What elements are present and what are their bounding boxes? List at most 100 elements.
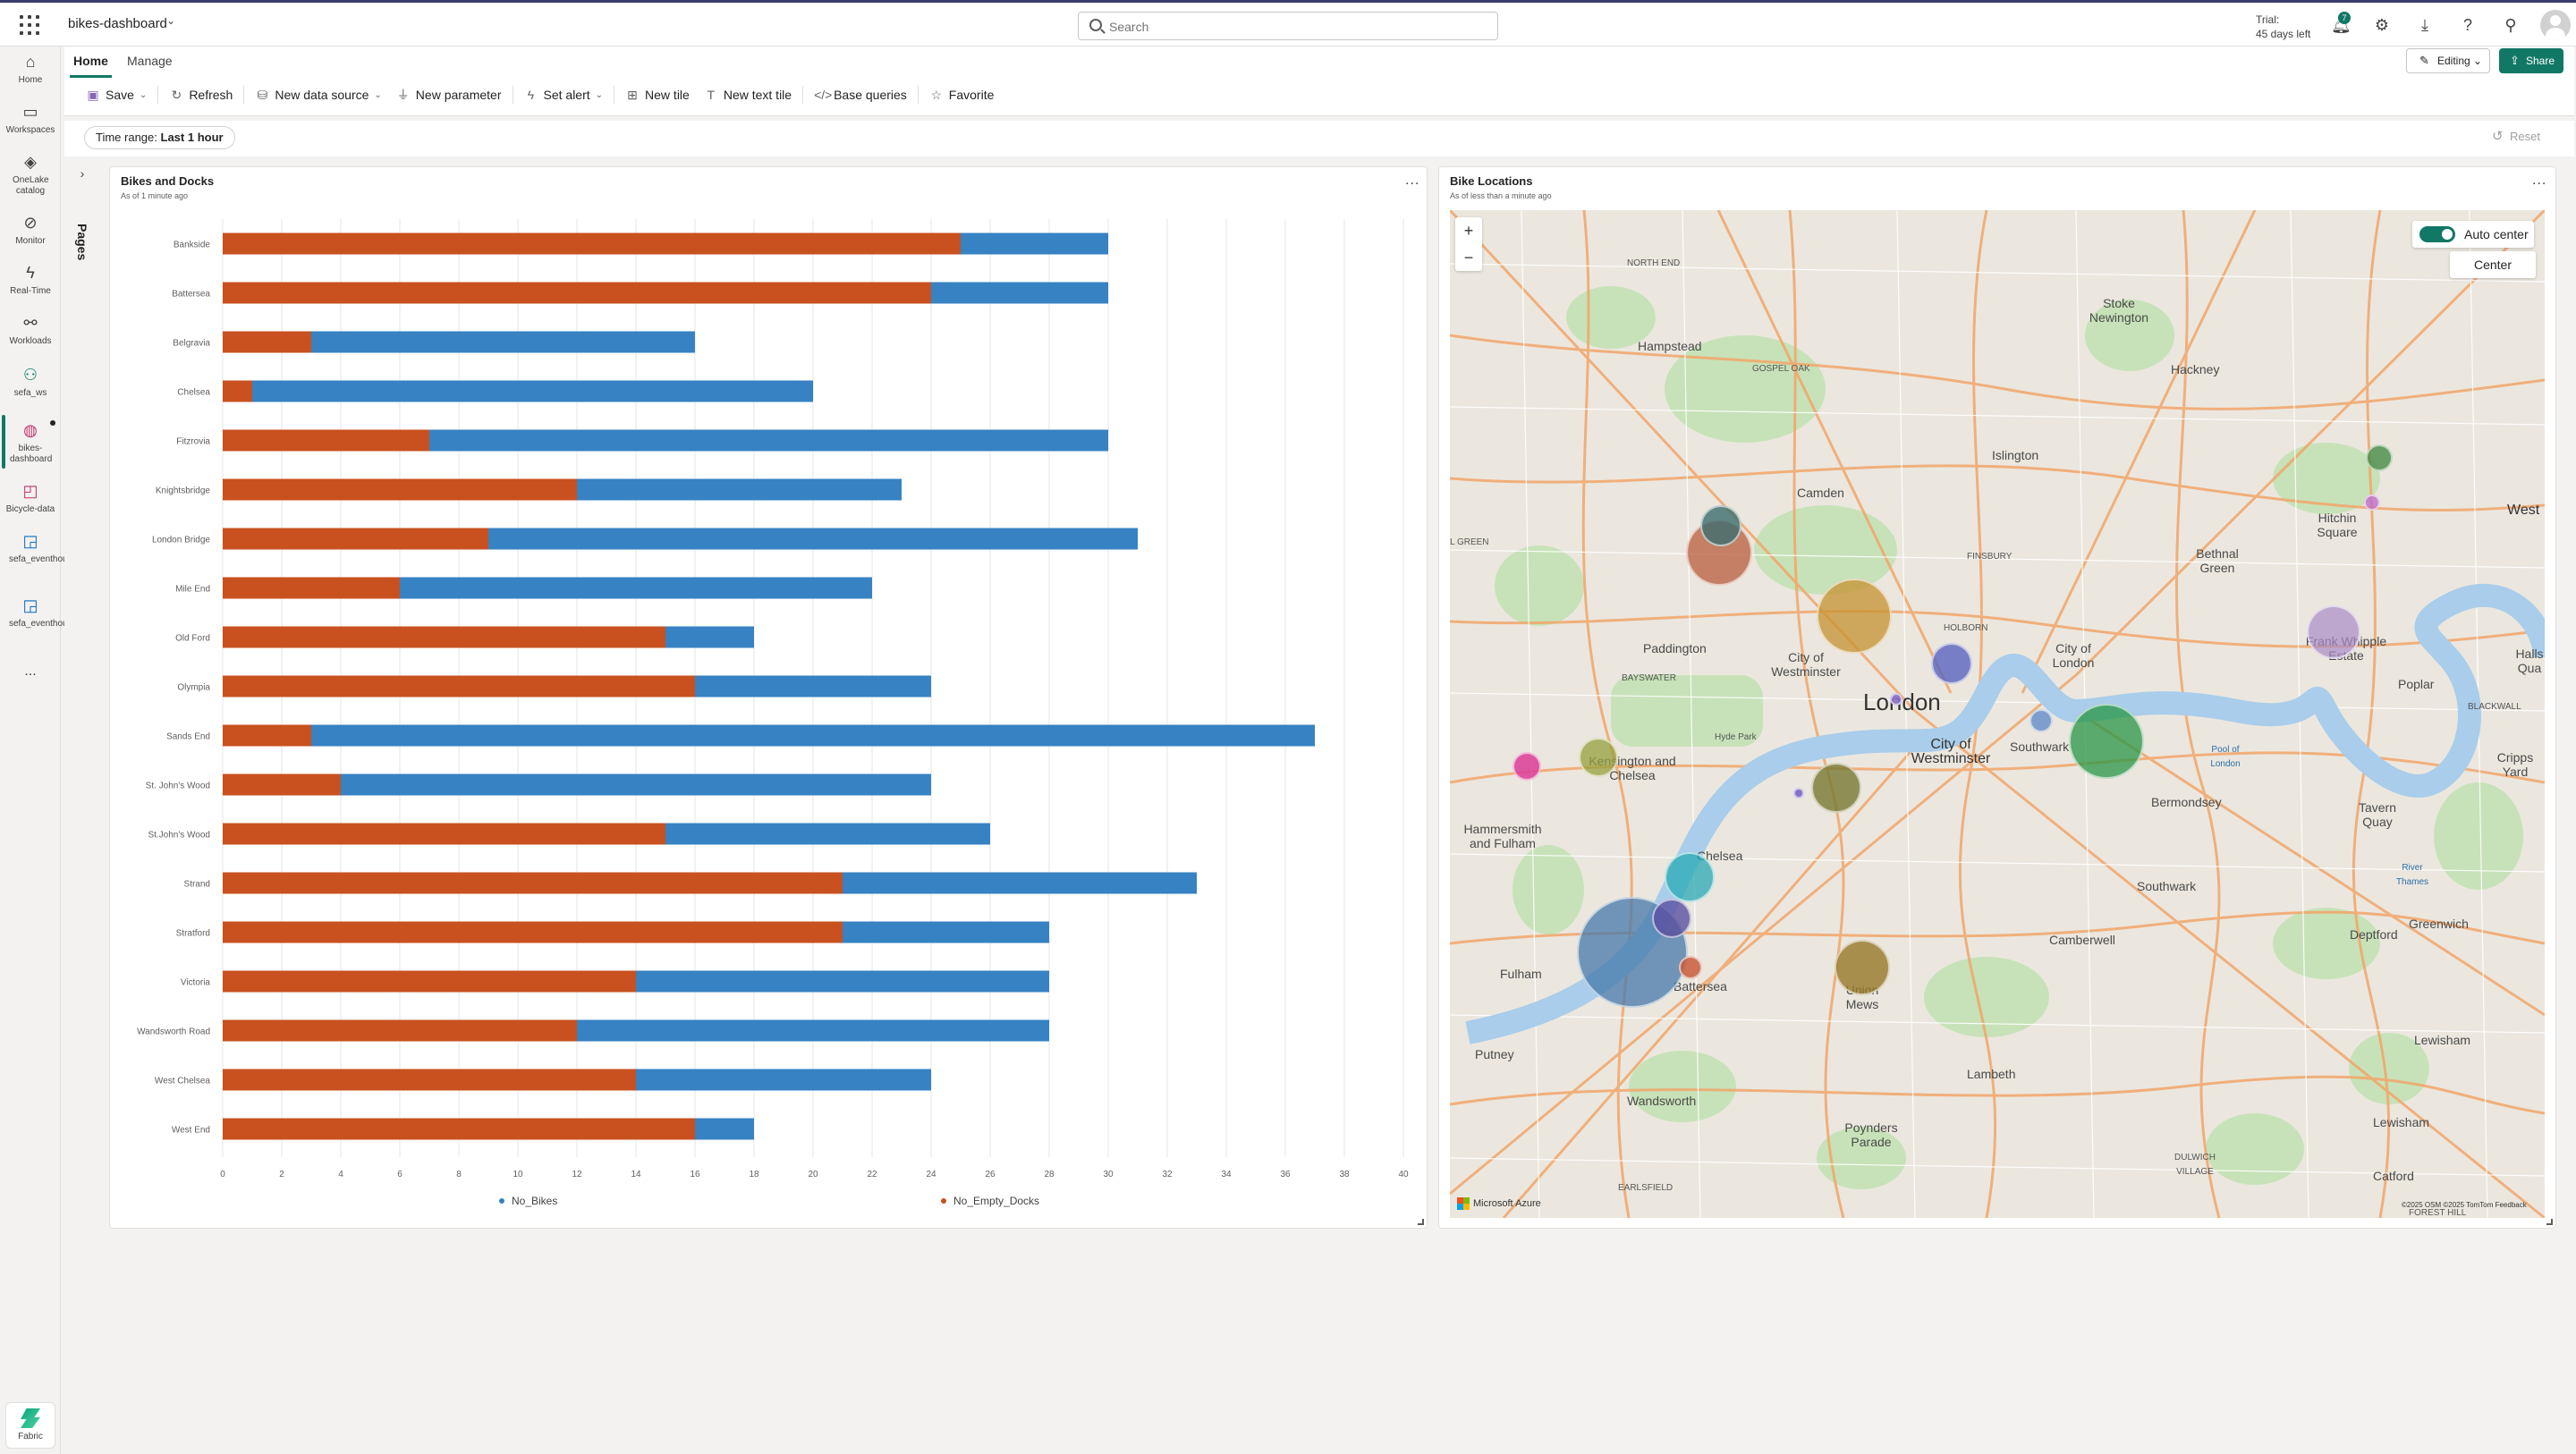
bar-segment-no-bikes[interactable]	[429, 429, 1108, 452]
bar-segment-no-bikes[interactable]	[931, 282, 1108, 304]
app-launcher-icon[interactable]	[20, 15, 39, 35]
bar-segment-no-bikes[interactable]	[488, 528, 1138, 550]
dashboard-title[interactable]: bikes-dashboard	[68, 16, 167, 31]
bar-segment-no-empty-docks[interactable]	[223, 282, 931, 304]
station-bubble[interactable]	[1579, 738, 1618, 777]
share-link-icon[interactable]: ⚲	[2501, 15, 2521, 35]
bar-segment-no-empty-docks[interactable]	[223, 1069, 636, 1091]
legend-item-no-empty-docks[interactable]: No_Empty_Docks	[941, 1195, 1039, 1207]
bar-segment-no-bikes[interactable]	[665, 823, 990, 845]
bike-locations-map[interactable]: Hampstead Camden Islington Hackney Stoke…	[1450, 210, 2545, 1218]
bar-segment-no-bikes[interactable]	[252, 380, 813, 402]
station-bubble[interactable]	[1931, 643, 1972, 684]
zoom-out-icon[interactable]: −	[1455, 244, 1482, 271]
base-queries-button[interactable]: </> Base queries	[807, 82, 914, 107]
gear-icon[interactable]: ⚙	[2372, 15, 2392, 35]
bar-segment-no-empty-docks[interactable]	[223, 970, 636, 993]
resize-handle[interactable]	[1418, 1219, 1424, 1225]
station-bubble[interactable]	[1811, 763, 1861, 813]
rail-item-sefa-eventhouse-2[interactable]: ◲ sefa_eventhouse	[0, 596, 77, 630]
chevron-down-icon[interactable]: ⌄	[140, 90, 147, 100]
bar-segment-no-bikes[interactable]	[843, 872, 1197, 894]
bar-segment-no-empty-docks[interactable]	[223, 921, 843, 943]
avatar[interactable]	[2540, 10, 2571, 40]
new-data-source-button[interactable]: ⛁ New data source ⌄	[248, 82, 388, 107]
refresh-button[interactable]: ↻ Refresh	[162, 82, 240, 107]
bar-segment-no-bikes[interactable]	[636, 1069, 931, 1091]
resize-handle[interactable]	[2546, 1219, 2553, 1225]
bar-segment-no-empty-docks[interactable]	[223, 577, 400, 599]
rail-item-bikes-dashboard[interactable]: ◍ bikes-dashboard	[0, 420, 61, 465]
bar-segment-no-bikes[interactable]	[577, 478, 902, 501]
chevron-down-icon[interactable]: ⌄	[374, 90, 381, 100]
bar-segment-no-bikes[interactable]	[577, 1019, 1049, 1042]
tab-home[interactable]: Home	[70, 52, 112, 78]
bar-segment-no-empty-docks[interactable]	[223, 626, 665, 648]
more-options-icon[interactable]: ...	[1405, 173, 1419, 189]
set-alert-button[interactable]: ϟ Set alert ⌄	[517, 82, 611, 107]
new-tile-button[interactable]: ⊞ New tile	[618, 82, 697, 107]
bar-segment-no-empty-docks[interactable]	[223, 478, 577, 501]
bar-segment-no-empty-docks[interactable]	[223, 331, 311, 353]
center-button[interactable]: Center	[2450, 251, 2536, 278]
station-bubble[interactable]	[1817, 579, 1892, 654]
bar-segment-no-empty-docks[interactable]	[223, 1019, 577, 1042]
bar-segment-no-empty-docks[interactable]	[223, 1118, 695, 1140]
rail-item-onelake[interactable]: ◈ OneLake catalog	[0, 152, 61, 197]
rail-item-sefa-ws[interactable]: ⚇ sefa_ws	[0, 365, 61, 399]
toggle-switch-icon[interactable]	[2419, 226, 2455, 242]
reset-button[interactable]: Reset	[2492, 128, 2540, 144]
more-options-icon[interactable]: ...	[2532, 173, 2546, 189]
time-range-filter[interactable]: Time range: Last 1 hour	[84, 126, 235, 149]
bar-segment-no-empty-docks[interactable]	[223, 380, 252, 402]
search-box[interactable]	[1078, 12, 1498, 40]
rail-item-workloads[interactable]: ⚯ Workloads	[0, 313, 61, 347]
pages-pane-label[interactable]: Pages	[75, 224, 89, 260]
station-bubble[interactable]	[1835, 940, 1890, 995]
station-bubble[interactable]	[1679, 956, 1702, 979]
bar-segment-no-empty-docks[interactable]	[223, 823, 665, 845]
bar-segment-no-empty-docks[interactable]	[223, 675, 695, 697]
rail-item-workspaces[interactable]: ▭ Workspaces	[0, 102, 61, 136]
save-button[interactable]: ▣ Save ⌄	[79, 82, 154, 107]
map-copyright[interactable]: ©2025 OSM ©2025 TomTom Feedback	[2402, 1201, 2527, 1209]
auto-center-toggle[interactable]: Auto center	[2412, 221, 2534, 248]
station-bubble[interactable]	[2364, 495, 2380, 511]
bar-segment-no-empty-docks[interactable]	[223, 232, 961, 255]
bar-segment-no-bikes[interactable]	[695, 675, 931, 697]
chevron-down-icon[interactable]: ⌄	[596, 90, 603, 100]
share-button[interactable]: Share	[2499, 48, 2563, 73]
search-input[interactable]	[1109, 18, 1485, 36]
station-bubble[interactable]	[1793, 788, 1804, 799]
station-bubble[interactable]	[1700, 505, 1741, 546]
bikes-and-docks-tile[interactable]: Bikes and Docks As of 1 minute ago ... B…	[109, 166, 1428, 1229]
new-text-tile-button[interactable]: T New text tile	[697, 82, 799, 107]
bar-segment-no-empty-docks[interactable]	[223, 872, 843, 894]
bar-segment-no-empty-docks[interactable]	[223, 429, 429, 452]
bar-segment-no-bikes[interactable]	[636, 970, 1049, 993]
chevron-right-icon[interactable]: ›	[72, 166, 93, 188]
bar-segment-no-bikes[interactable]	[695, 1118, 754, 1140]
station-bubble[interactable]	[1513, 752, 1541, 781]
station-bubble[interactable]	[2366, 444, 2393, 471]
station-bubble[interactable]	[2307, 605, 2360, 659]
rail-item-sefa-eventhouse-1[interactable]: ◲ sefa_eventhouse	[0, 531, 77, 565]
fabric-switcher[interactable]: Fabric	[5, 1402, 55, 1449]
station-bubble[interactable]	[1665, 852, 1715, 902]
chevron-down-icon[interactable]: ⌄	[166, 14, 175, 27]
rail-item-home[interactable]: ⌂ Home	[0, 52, 61, 86]
bar-segment-no-empty-docks[interactable]	[223, 528, 488, 550]
zoom-in-icon[interactable]: +	[1455, 217, 1482, 244]
rail-item-monitor[interactable]: ⊘ Monitor	[0, 213, 61, 247]
favorite-button[interactable]: ☆ Favorite	[922, 82, 1002, 107]
bar-segment-no-bikes[interactable]	[961, 232, 1108, 255]
bar-segment-no-empty-docks[interactable]	[223, 724, 311, 747]
bar-segment-no-bikes[interactable]	[311, 724, 1315, 747]
bar-segment-no-bikes[interactable]	[665, 626, 754, 648]
legend-item-no-bikes[interactable]: No_Bikes	[499, 1195, 557, 1207]
station-bubble[interactable]	[2029, 709, 2053, 732]
station-bubble[interactable]	[1890, 693, 1902, 706]
rail-item-bicycle-data[interactable]: ◰ Bicycle-data	[0, 481, 61, 515]
bar-segment-no-bikes[interactable]	[400, 577, 872, 599]
station-bubble[interactable]	[1652, 899, 1691, 938]
